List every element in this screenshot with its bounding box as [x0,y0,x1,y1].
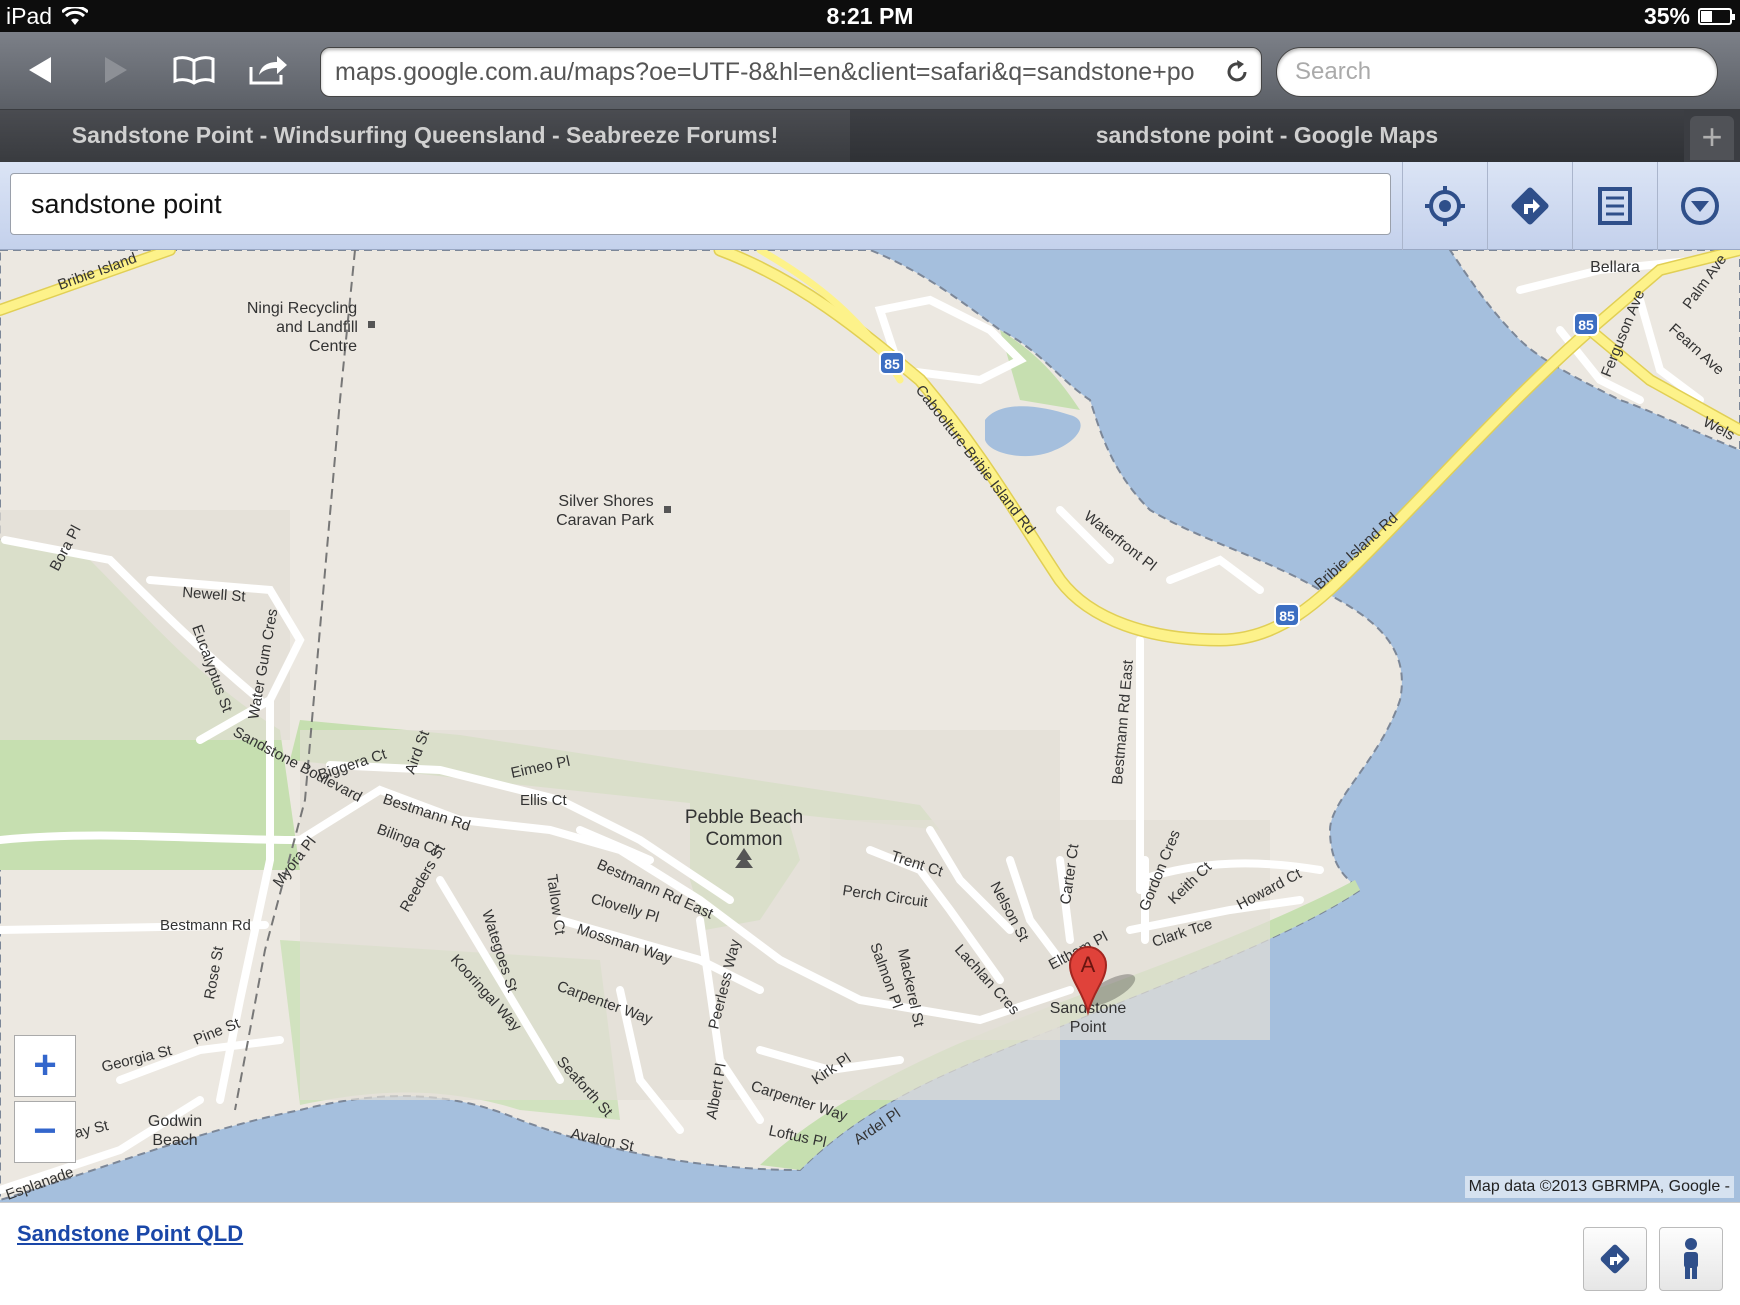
forward-button[interactable] [92,50,140,90]
browser-search-field[interactable]: Search [1276,47,1718,97]
marker-letter: A [1081,952,1096,977]
result-directions-button[interactable] [1583,1227,1647,1291]
new-tab-button[interactable]: + [1690,116,1734,160]
place-label: Godwin [148,1113,202,1130]
route-shield: 85 [1274,603,1300,627]
place-label: Silver Shores [558,493,653,510]
tab-title: sandstone point - Google Maps [1095,122,1439,148]
chevron-down-circle-icon [1681,187,1719,225]
place-label: Common [705,829,782,850]
back-button[interactable] [16,50,64,90]
battery-percent: 35% [1643,3,1690,29]
share-button[interactable] [244,50,292,90]
tab-seabreeze[interactable]: Sandstone Point - Windsurfing Queensland… [0,110,850,162]
road-label: Bribie Island Rd [1311,509,1401,592]
share-icon [249,56,287,85]
road-label: Ellis Ct [520,792,568,809]
map-svg: 85 85 85 Bellara Ningi Recycling and Lan… [0,250,1740,1202]
url-field[interactable]: maps.google.com.au/maps?oe=UTF-8&hl=en&c… [320,47,1262,97]
url-text: maps.google.com.au/maps?oe=UTF-8&hl=en&c… [335,58,1195,86]
tab-google-maps[interactable]: sandstone point - Google Maps [850,110,1684,162]
route-number: 85 [884,356,900,372]
pegman-icon [1684,1238,1698,1279]
my-location-button[interactable] [1402,162,1487,250]
status-right: 35% [1643,3,1735,30]
forward-arrow-icon [105,57,127,83]
back-arrow-icon [29,57,51,83]
route-number: 85 [1279,608,1295,624]
place-label: Beach [152,1132,197,1149]
list-icon [1598,187,1632,225]
tab-bar: Sandstone Point - Windsurfing Queensland… [0,110,1740,162]
maps-query: sandstone point [31,189,222,219]
clock: 8:21 PM [826,3,914,29]
road-label: Bestmann Rd [160,917,251,934]
zoom-out-button[interactable]: − [14,1101,76,1163]
poi-dot [664,506,671,513]
route-shield: 85 [1573,312,1599,336]
place-label: and Landfill [276,319,358,336]
options-button[interactable] [1657,162,1740,250]
map-attribution: Map data ©2013 GBRMPA, Google - [1464,1176,1734,1198]
route-number: 85 [1578,317,1594,333]
directions-button[interactable] [1487,162,1572,250]
maps-search-bar: sandstone point [0,162,1740,250]
place-label: Ningi Recycling [247,300,357,317]
zoom-in-button[interactable]: + [14,1035,76,1097]
place-result-link[interactable]: Sandstone Point QLD [17,1221,243,1247]
browser-toolbar: maps.google.com.au/maps?oe=UTF-8&hl=en&c… [0,32,1740,110]
battery-icon [1698,8,1735,25]
place-label: Caravan Park [556,512,655,529]
crosshair-icon [1425,186,1465,226]
map-canvas[interactable]: 85 85 85 Bellara Ningi Recycling and Lan… [0,250,1740,1202]
directions-icon [1600,1244,1630,1274]
street-view-button[interactable] [1659,1227,1723,1291]
maps-search-input[interactable]: sandstone point [10,173,1391,235]
place-label: Centre [309,338,357,355]
list-button[interactable] [1572,162,1657,250]
place-label: Bellara [1590,259,1640,276]
route-shield: 85 [879,351,905,375]
tab-title: Sandstone Point - Windsurfing Queensland… [71,122,779,148]
place-label: Point [1070,1019,1107,1036]
reload-icon[interactable] [1223,58,1251,86]
bookmarks-button[interactable] [170,50,218,90]
result-info-bar: Sandstone Point QLD [0,1202,1740,1305]
book-icon [173,56,215,85]
poi-dot [368,321,375,328]
status-bar: iPad 8:21 PM 35% [0,0,1740,32]
place-label: Pebble Beach [685,807,803,828]
directions-icon [1511,187,1549,225]
search-placeholder: Search [1295,58,1372,85]
